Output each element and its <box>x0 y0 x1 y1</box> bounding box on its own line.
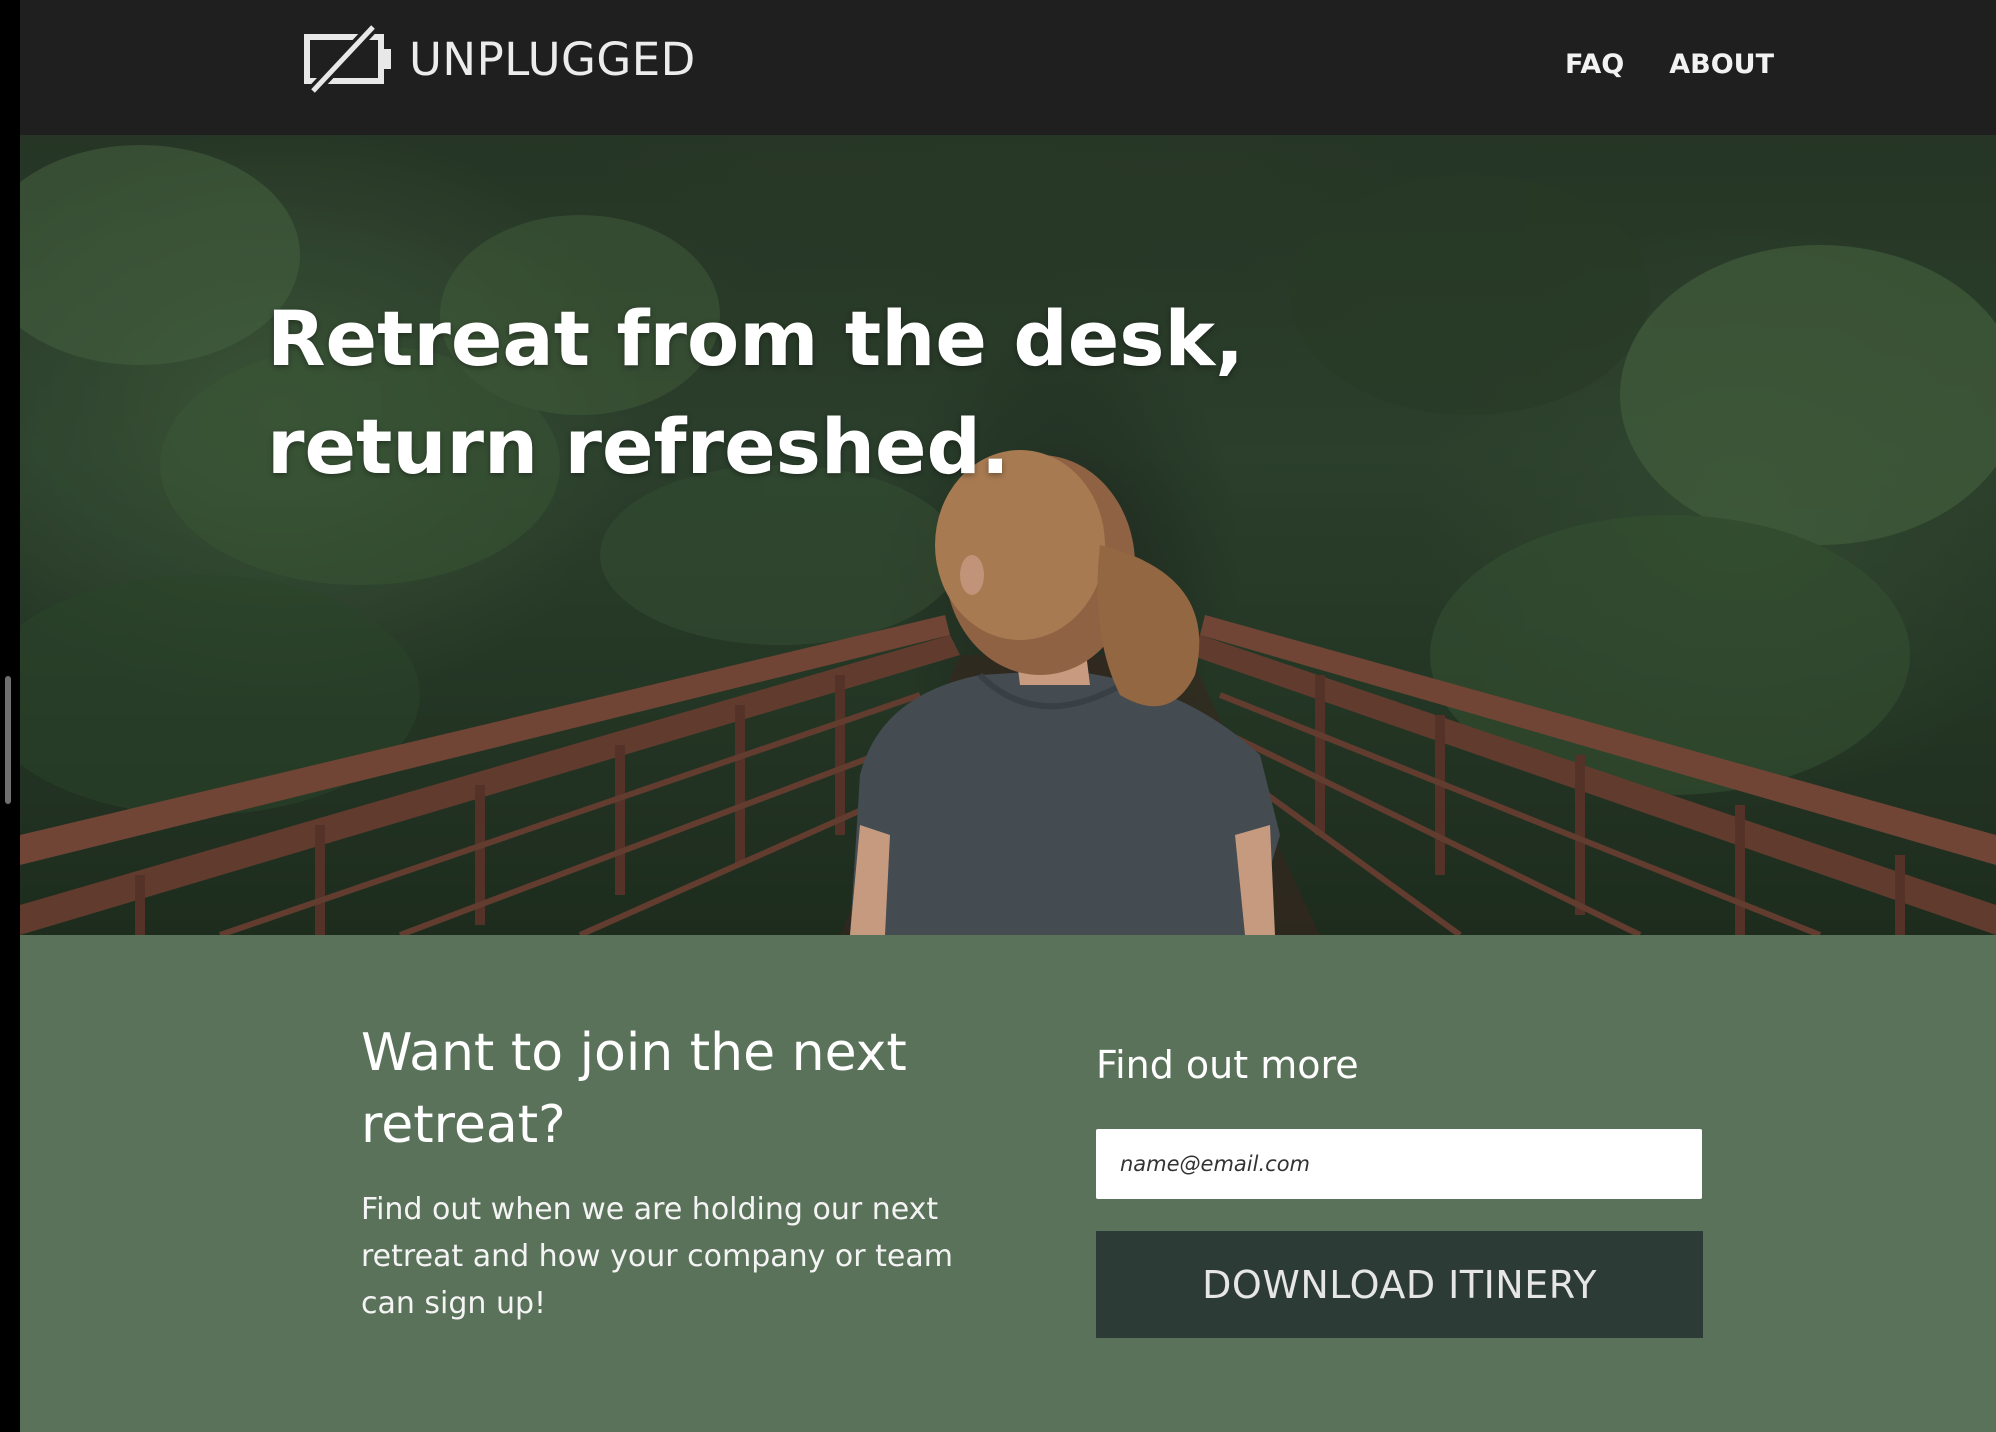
window-edge <box>0 0 20 1432</box>
nav-link-about[interactable]: ABOUT <box>1669 49 1774 80</box>
scrollbar-thumb[interactable] <box>5 676 11 804</box>
page: UNPLUGGED FAQ ABOUT Retreat from the des… <box>20 0 1996 1432</box>
brand-logo[interactable]: UNPLUGGED <box>303 23 696 95</box>
brand-name: UNPLUGGED <box>409 32 696 86</box>
hero-photo-woman-on-bridge <box>20 135 1996 935</box>
site-header: UNPLUGGED FAQ ABOUT <box>20 0 1996 135</box>
download-itinery-button[interactable]: DOWNLOAD ITINERY <box>1096 1231 1703 1338</box>
hero-section: Retreat from the desk, return refreshed. <box>20 135 1996 935</box>
signup-heading: Want to join the next retreat? <box>361 1023 907 1155</box>
main-nav: FAQ ABOUT <box>1565 49 1774 80</box>
nav-link-faq[interactable]: FAQ <box>1565 49 1624 80</box>
email-input[interactable] <box>1096 1129 1702 1199</box>
hero-title: Retreat from the desk, return refreshed. <box>267 294 1244 491</box>
signup-description: Find out when we are holding our next re… <box>361 1192 953 1321</box>
unplugged-battery-icon <box>304 23 391 95</box>
signup-section: Want to join the next retreat? Find out … <box>20 935 1996 1432</box>
form-title: Find out more <box>1096 1043 1359 1087</box>
